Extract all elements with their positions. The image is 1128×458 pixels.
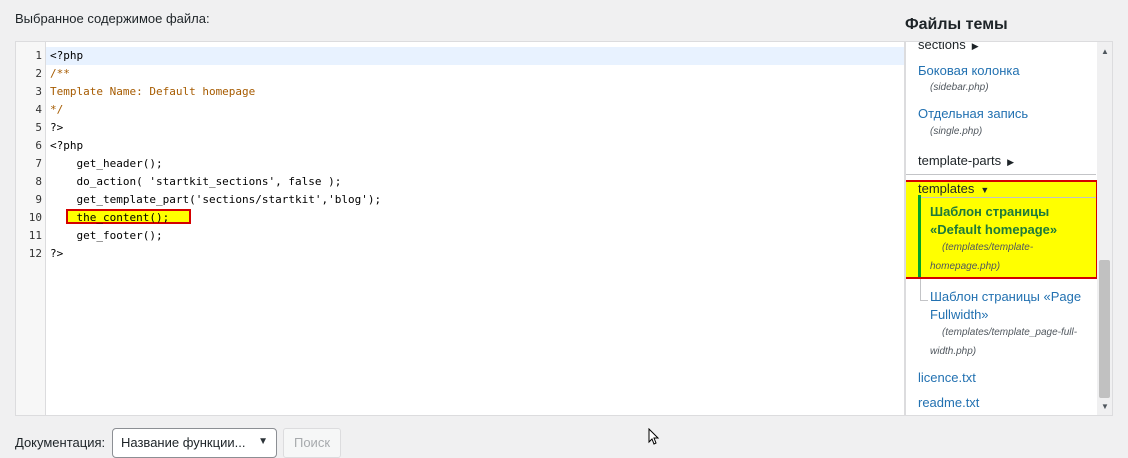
line-number: 12 xyxy=(28,247,42,260)
lookup-button[interactable]: Поиск xyxy=(283,428,341,458)
code-line[interactable]: ?> xyxy=(50,121,63,134)
file-licence[interactable]: licence.txt xyxy=(918,370,976,385)
code-line[interactable]: <?php xyxy=(50,139,83,152)
divider xyxy=(906,174,1096,175)
theme-files-list: sections ▶ Боковая колонка (sidebar.php) … xyxy=(905,41,1113,416)
caret-right-icon: ▶ xyxy=(1007,157,1015,167)
chevron-down-icon: ▼ xyxy=(258,436,268,447)
line-number: 6 xyxy=(35,139,42,152)
file-single-path: (single.php) xyxy=(930,126,983,137)
caret-down-icon: ▼ xyxy=(980,185,990,195)
line-number: 7 xyxy=(35,157,42,170)
function-name-select[interactable]: Название функции... ▼ xyxy=(112,428,277,458)
file-default-homepage-path2: homepage.php) xyxy=(930,261,1001,272)
file-sidebar[interactable]: Боковая колонка xyxy=(918,63,1020,78)
folder-sections[interactable]: sections ▶ xyxy=(918,41,979,52)
folder-sections-label: sections xyxy=(918,41,966,52)
folder-template-parts[interactable]: template-parts ▶ xyxy=(918,153,1014,168)
line-number: 1 xyxy=(35,49,42,62)
divider xyxy=(918,197,1096,198)
active-line-highlight xyxy=(46,47,904,65)
code-line[interactable]: <?php xyxy=(50,49,83,62)
tree-line xyxy=(920,279,921,301)
file-readme[interactable]: readme.txt xyxy=(918,395,979,410)
line-number: 11 xyxy=(28,229,42,242)
line-number: 8 xyxy=(35,175,42,188)
code-line[interactable]: get_template_part('sections/startkit','b… xyxy=(50,193,381,206)
code-line[interactable]: Template Name: Default homepage xyxy=(50,85,255,98)
scroll-up-icon[interactable]: ▲ xyxy=(1101,47,1109,56)
theme-files-title: Файлы темы xyxy=(905,16,1008,33)
editor-title: Выбранное содержимое файла: xyxy=(15,11,210,26)
mouse-cursor-icon xyxy=(648,428,660,445)
file-default-homepage-path1: (templates/template- xyxy=(942,242,1034,253)
file-page-fullwidth-path1: (templates/template_page-full- xyxy=(942,327,1078,338)
folder-template-parts-label: template-parts xyxy=(918,153,1002,168)
scroll-down-icon[interactable]: ▼ xyxy=(1101,402,1109,411)
line-number: 5 xyxy=(35,121,42,134)
caret-right-icon: ▶ xyxy=(971,41,979,51)
file-page-fullwidth-line2[interactable]: Fullwidth» xyxy=(930,307,989,322)
file-sidebar-path: (sidebar.php) xyxy=(930,82,989,93)
code-line[interactable]: get_footer(); xyxy=(50,229,162,242)
file-default-homepage-line2[interactable]: «Default homepage» xyxy=(930,222,1057,237)
line-number: 3 xyxy=(35,85,42,98)
function-name-select-value: Название функции... xyxy=(121,435,246,450)
code-line[interactable]: get_header(); xyxy=(50,157,162,170)
documentation-label: Документация: xyxy=(15,435,106,450)
active-file-indicator xyxy=(918,195,921,277)
code-line[interactable]: the_content(); xyxy=(50,211,169,224)
file-default-homepage-line1[interactable]: Шаблон страницы xyxy=(930,204,1049,219)
line-number: 4 xyxy=(35,103,42,116)
code-line[interactable]: ?> xyxy=(50,247,63,260)
code-line[interactable]: /** xyxy=(50,67,70,80)
scrollbar[interactable]: ▲ ▼ xyxy=(1097,42,1112,415)
file-single[interactable]: Отдельная запись xyxy=(918,106,1028,121)
code-editor[interactable]: 1 <?php 2 /** 3 Template Name: Default homepa… xyxy=(15,41,905,416)
line-number: 9 xyxy=(35,193,42,206)
code-line[interactable]: do_action( 'startkit_sections', false ); xyxy=(50,175,341,188)
tree-line xyxy=(920,300,928,301)
scrollbar-thumb[interactable] xyxy=(1099,260,1110,398)
file-page-fullwidth-line1[interactable]: Шаблон страницы «Page xyxy=(930,289,1081,304)
file-page-fullwidth-path2: width.php) xyxy=(930,346,977,357)
line-number: 10 xyxy=(28,211,42,224)
folder-templates[interactable]: templates ▼ xyxy=(918,181,989,196)
folder-templates-label: templates xyxy=(918,181,975,196)
code-line[interactable]: */ xyxy=(50,103,63,116)
line-number: 2 xyxy=(35,67,42,80)
